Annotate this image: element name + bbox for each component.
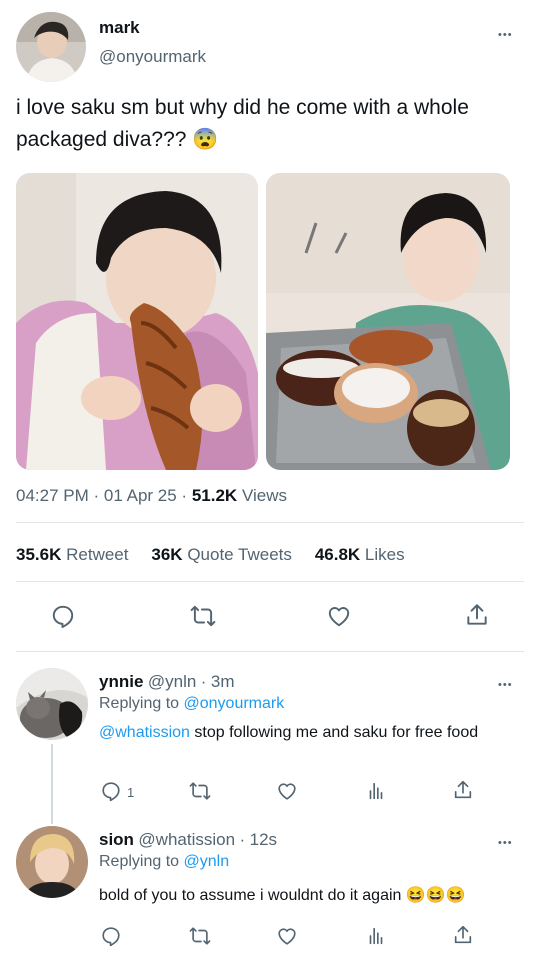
reply-author-handle[interactable]: @ynln xyxy=(148,672,196,691)
reply-icon[interactable] xyxy=(99,779,123,803)
meta-separator: · xyxy=(239,830,246,849)
thread-line xyxy=(51,744,53,824)
reply-count: 1 xyxy=(127,785,135,800)
reply-author-handle[interactable]: @whatission xyxy=(138,830,235,849)
reply-text: bold of you to assume i wouldnt do it ag… xyxy=(99,887,466,904)
tweet-stats: 35.6K Retweet 36K Quote Tweets 46.8K Lik… xyxy=(16,545,405,565)
more-options-icon[interactable]: ••• xyxy=(498,680,513,691)
divider xyxy=(16,522,524,523)
tweet-timestamp: 04:27 PM · 01 Apr 25 · 51.2K Views xyxy=(16,486,287,506)
reply-avatar[interactable] xyxy=(16,826,88,898)
author-avatar[interactable] xyxy=(16,12,86,82)
divider xyxy=(16,581,524,582)
tweet-date: 01 Apr 25 xyxy=(103,486,177,505)
mention-link[interactable]: @whatission xyxy=(99,724,190,741)
more-options-icon[interactable]: ••• xyxy=(498,30,513,41)
author-name[interactable]: mark xyxy=(99,18,140,38)
likes-stat[interactable]: 46.8K Likes xyxy=(315,545,405,564)
replying-to-link[interactable]: @onyourmark xyxy=(184,695,285,712)
tweet-text: i love saku sm but why did he come with … xyxy=(16,96,469,151)
reply-time[interactable]: 3m xyxy=(211,672,235,691)
divider xyxy=(16,651,524,652)
meta-separator: · xyxy=(181,486,188,505)
retweet-icon[interactable] xyxy=(186,779,214,803)
author-handle[interactable]: @onyourmark xyxy=(99,47,206,67)
retweets-stat[interactable]: 35.6K Retweet xyxy=(16,545,128,564)
replying-to-link[interactable]: @ynln xyxy=(184,853,230,870)
reply-header: sion @whatission · 12s xyxy=(99,830,277,850)
share-icon[interactable] xyxy=(462,600,492,630)
tweet-time: 04:27 PM xyxy=(16,486,89,505)
reply-icon[interactable] xyxy=(99,924,123,948)
reply-header: ynnie @ynln · 3m xyxy=(99,672,235,692)
replying-to: Replying to @ynln xyxy=(99,853,230,870)
meta-separator: · xyxy=(200,672,207,691)
quotes-stat[interactable]: 36K Quote Tweets xyxy=(151,545,292,564)
tweet-photo-2[interactable] xyxy=(266,173,510,470)
retweet-icon[interactable] xyxy=(186,924,214,948)
reply-time[interactable]: 12s xyxy=(250,830,277,849)
reply-text: @whatission stop following me and saku f… xyxy=(99,724,479,741)
views-count: 51.2K xyxy=(191,486,238,505)
share-icon[interactable] xyxy=(451,923,475,947)
tweet-photo-1[interactable] xyxy=(16,173,258,470)
analytics-icon[interactable] xyxy=(364,779,388,803)
reply-avatar[interactable] xyxy=(16,668,88,740)
heart-icon[interactable] xyxy=(324,601,354,631)
more-options-icon[interactable]: ••• xyxy=(498,838,513,849)
replying-to: Replying to @onyourmark xyxy=(99,695,285,712)
heart-icon[interactable] xyxy=(275,924,299,948)
share-icon[interactable] xyxy=(451,778,475,802)
reply-icon[interactable] xyxy=(48,601,78,631)
heart-icon[interactable] xyxy=(275,779,299,803)
reply-author-name[interactable]: sion xyxy=(99,830,134,849)
reply-author-name[interactable]: ynnie xyxy=(99,672,143,691)
meta-separator: · xyxy=(93,486,100,505)
views-label: Views xyxy=(241,486,287,505)
analytics-icon[interactable] xyxy=(364,924,388,948)
retweet-icon[interactable] xyxy=(186,601,220,631)
